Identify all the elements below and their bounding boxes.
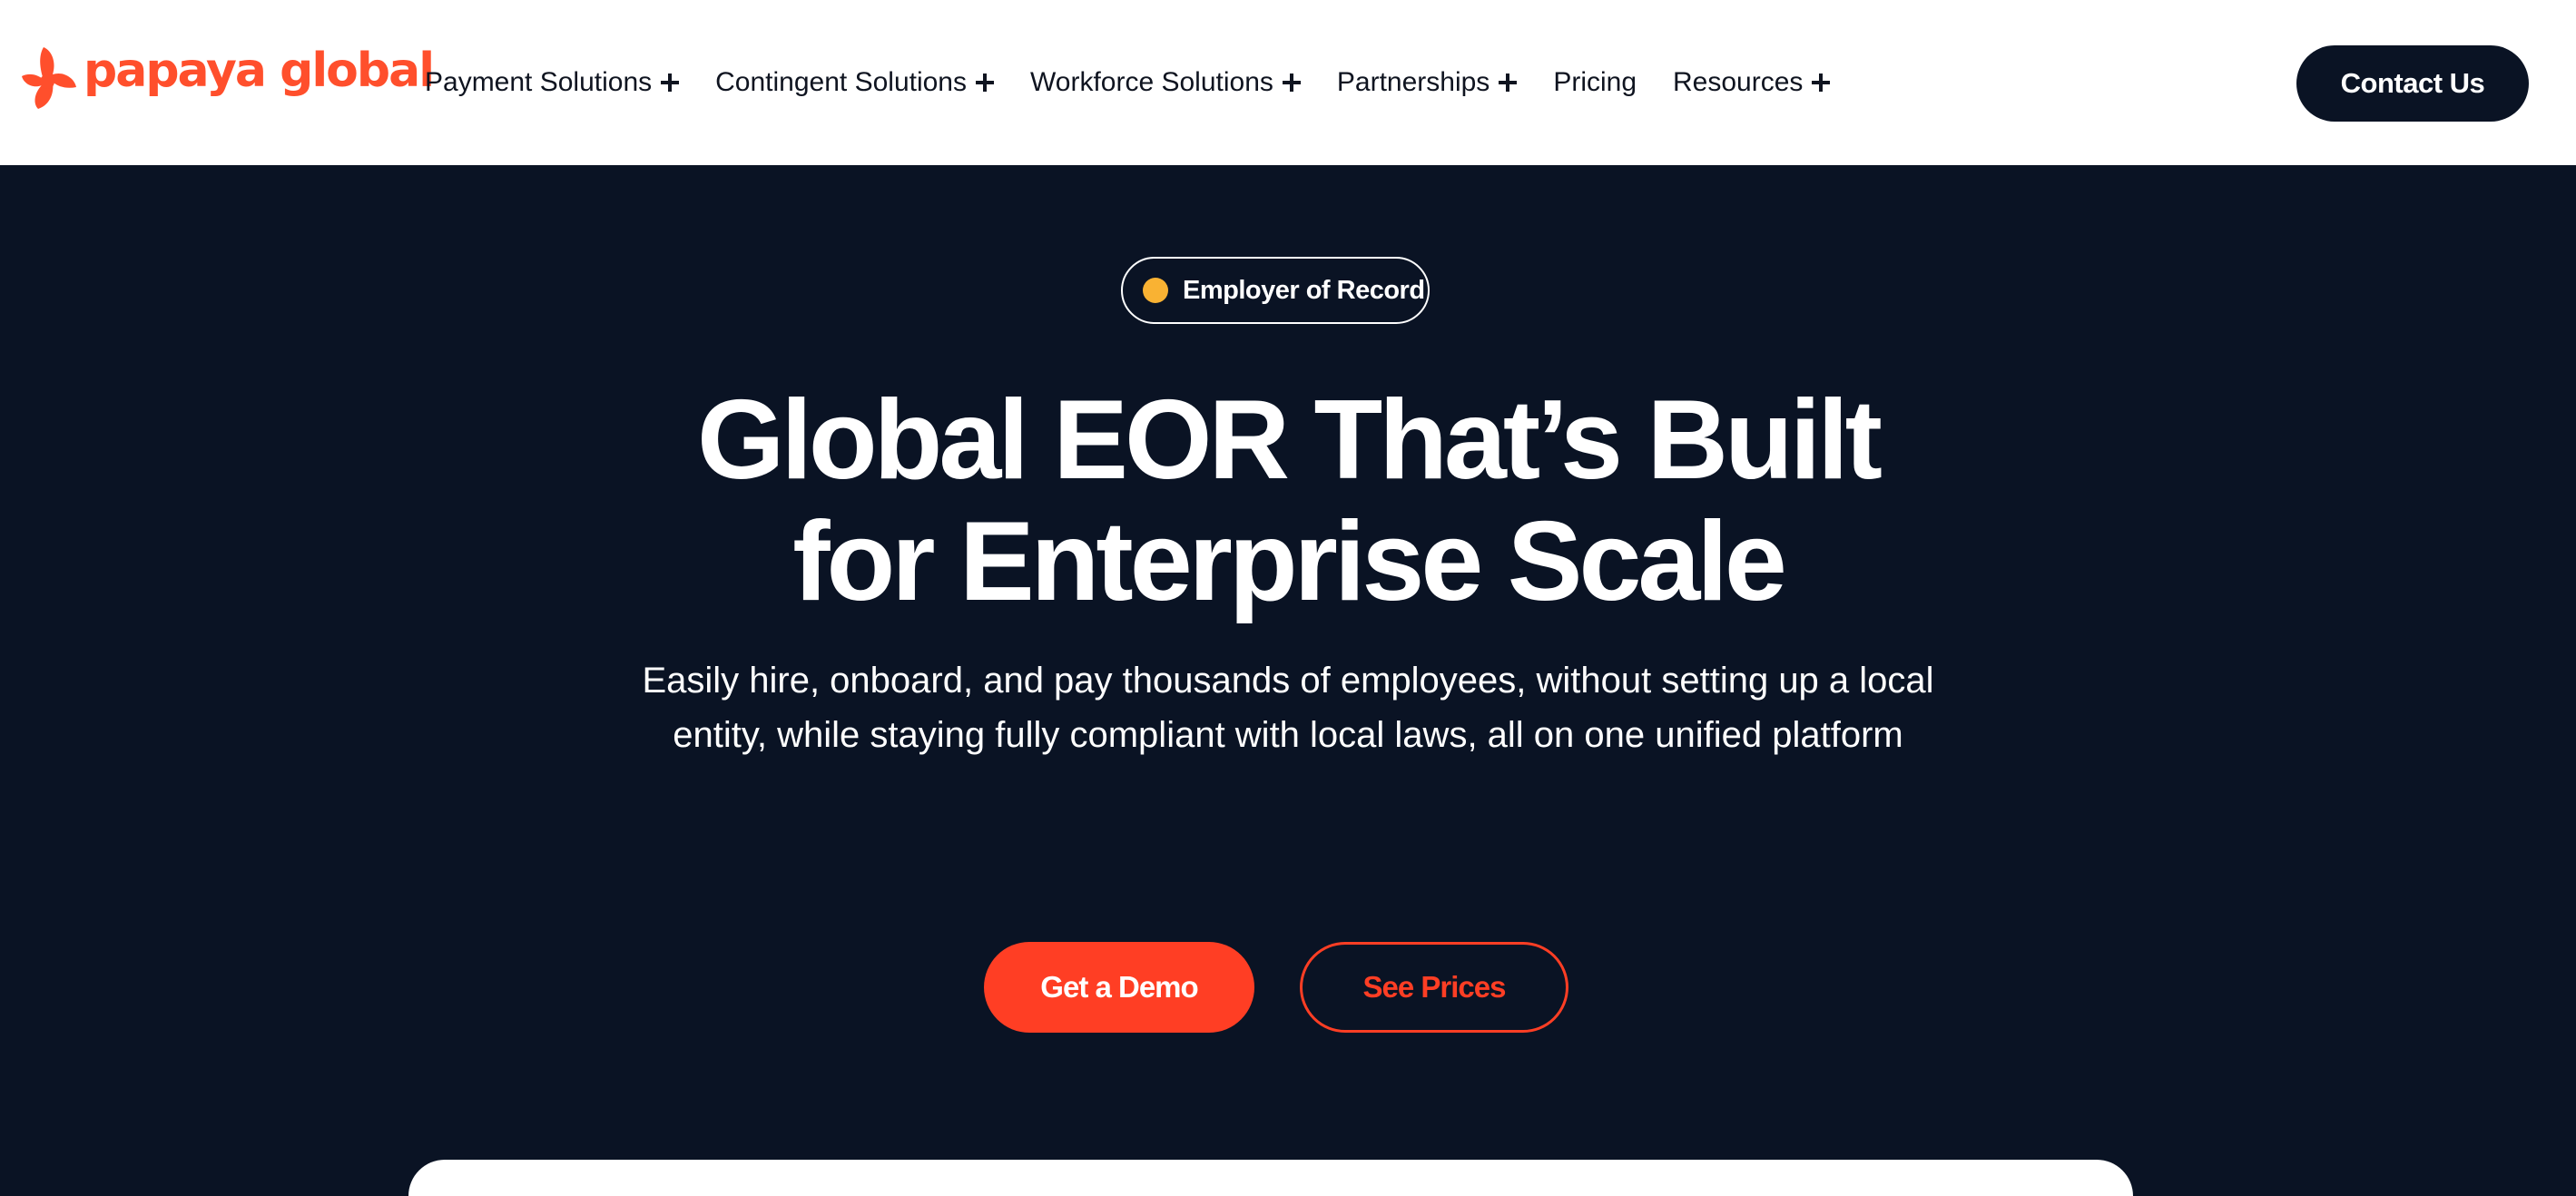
content-card-top-edge [408, 1160, 2133, 1196]
plus-icon [1812, 74, 1831, 92]
hero-headline-line-2: for Enterprise Scale [792, 499, 1787, 624]
nav-item-label: Payment Solutions [425, 67, 653, 97]
nav-item-label: Pricing [1553, 67, 1637, 97]
nav-item-partnerships[interactable]: Partnerships [1336, 67, 1518, 98]
nav-item-resources[interactable]: Resources [1673, 67, 1831, 98]
hero-subtitle: Easily hire, onboard, and pay thousands … [642, 661, 1934, 755]
dot-icon [1143, 278, 1168, 303]
plus-icon [1282, 74, 1301, 92]
nav-item-label: Resources [1673, 67, 1804, 97]
hero-headline: Global EOR That’s Built for Enterprise S… [0, 379, 2576, 623]
site-header: papaya global Payment Solutions Continge… [0, 0, 2576, 165]
nav-item-payment-solutions[interactable]: Payment Solutions [425, 67, 680, 98]
contact-us-button[interactable]: Contact Us [2296, 45, 2529, 122]
hero-headline-line-1: Global EOR That’s Built [697, 377, 1883, 503]
nav-item-label: Partnerships [1336, 67, 1490, 97]
nav-item-pricing[interactable]: Pricing [1553, 67, 1637, 98]
papaya-flower-icon [22, 47, 76, 109]
category-badge: Employer of Record [1121, 257, 1430, 324]
brand-logo-text: papaya global [84, 44, 435, 98]
nav-item-workforce-solutions[interactable]: Workforce Solutions [1030, 67, 1301, 98]
nav-item-contingent-solutions[interactable]: Contingent Solutions [715, 67, 994, 98]
see-prices-button[interactable]: See Prices [1300, 942, 1568, 1033]
plus-icon [976, 74, 994, 92]
badge-label: Employer of Record [1183, 275, 1425, 305]
plus-icon [1499, 74, 1518, 92]
main-nav: Payment Solutions Contingent Solutions W… [425, 0, 1866, 165]
nav-item-label: Workforce Solutions [1030, 67, 1273, 97]
nav-item-label: Contingent Solutions [715, 67, 967, 97]
get-demo-button[interactable]: Get a Demo [984, 942, 1254, 1033]
plus-icon [661, 74, 680, 92]
